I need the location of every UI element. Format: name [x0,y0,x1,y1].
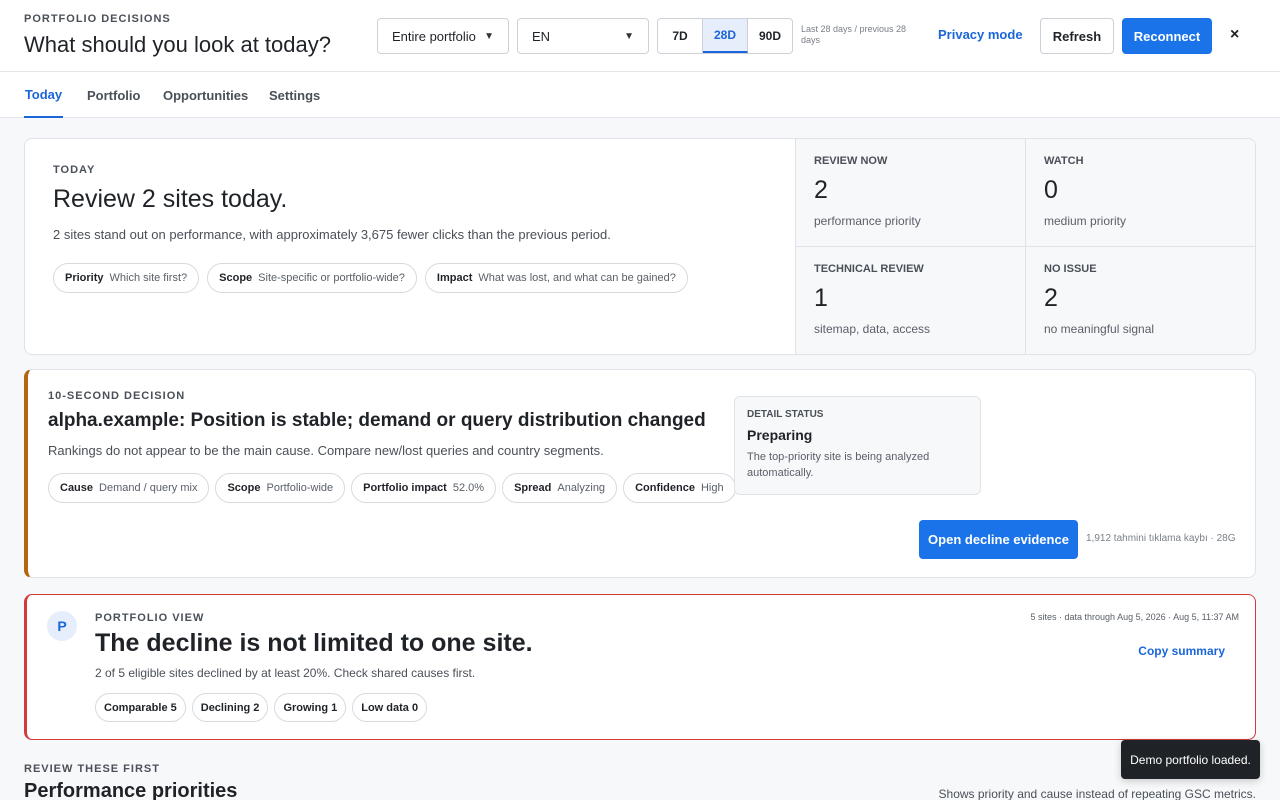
period-28d-button[interactable]: 28D [703,19,748,53]
scope-chip: Scope Portfolio-wide [215,473,346,503]
scope-select-value: Entire portfolio [392,28,476,44]
today-summary-card: TODAY Review 2 sites today. 2 sites stan… [24,138,1256,355]
app-eyebrow: PORTFOLIO DECISIONS [24,13,171,25]
priority-chip: Priority Which site first? [53,263,200,293]
portfolio-eyebrow: PORTFOLIO VIEW [95,612,205,624]
evidence-note: 1,912 tahmini tıklama kaybı · 28G [1086,533,1236,544]
decision-card: 10-SECOND DECISION alpha.example: Positi… [24,369,1256,578]
portfolio-impact-chip: Portfolio impact 52.0% [351,473,497,503]
detail-status-label: DETAIL STATUS [747,409,824,420]
today-heading: Review 2 sites today. [53,185,288,213]
language-select[interactable]: EN ▼ [517,18,649,54]
growing-chip: Growing 1 [274,693,347,722]
page-title: What should you look at today? [24,32,331,57]
toast-notification: Demo portfolio loaded. [1121,740,1260,779]
tab-portfolio[interactable]: Portfolio [87,72,140,118]
detail-status-value: Preparing [747,427,813,443]
impact-chip: Impact What was lost, and what can be gai… [424,263,688,293]
comparable-chip: Comparable 5 [95,693,186,722]
language-select-value: EN [532,28,551,44]
cause-chip: Cause Demand / query mix [48,473,210,503]
performance-priorities-heading: Performance priorities [24,780,238,800]
spread-chip: Spread Analyzing [502,473,618,503]
stat-review-now: REVIEW NOW 2 performance priority [796,139,1026,247]
stat-no-issue: NO ISSUE 2 no meaningful signal [1044,263,1155,336]
today-subtitle: 2 sites stand out on performance, with a… [53,227,611,242]
refresh-button[interactable]: Refresh [1040,18,1114,54]
stat-technical-review: TECHNICAL REVIEW 1 sitemap, data, access [796,247,1026,354]
decision-eyebrow: 10-SECOND DECISION [48,390,186,402]
close-icon[interactable]: × [1230,26,1239,44]
chevron-down-icon: ▼ [484,30,494,42]
decision-subtitle: Rankings do not appear to be the main ca… [48,443,604,458]
reconnect-button[interactable]: Reconnect [1122,18,1212,54]
portfolio-meta: 5 sites · data through Aug 5, 2026 · Aug… [1030,612,1239,622]
period-toggle: 7D 28D 90D [657,18,793,54]
today-chip-row: Priority Which site first? Scope Site-spec… [53,263,688,293]
declining-chip: Declining 2 [191,693,269,722]
portfolio-subtitle: 2 of 5 eligible sites declined by at lea… [95,666,476,680]
main-tabs: Today Portfolio Opportunities Settings [0,72,1280,118]
status-stats-grid: REVIEW NOW 2 performance priority WATCH … [795,139,1255,354]
privacy-mode-button[interactable]: Privacy mode [938,27,1023,42]
portfolio-view-card: P PORTFOLIO VIEW 5 sites · data through … [24,594,1256,740]
portfolio-chip-row: Comparable 5 Declining 2 Growing 1 Low d… [95,693,428,722]
period-7d-button[interactable]: 7D [658,19,703,53]
portfolio-heading: The decline is not limited to one site. [95,629,533,657]
decision-chip-row: Cause Demand / query mix Scope Portfolio-w… [48,473,736,503]
detail-status-desc: The top-priority site is being analyzed … [747,451,930,479]
period-90d-button[interactable]: 90D [748,19,792,53]
low-data-chip: Low data 0 [352,693,428,722]
performance-note: Shows priority and cause instead of repe… [938,787,1256,800]
tab-today[interactable]: Today [24,72,63,118]
today-eyebrow: TODAY [53,164,96,176]
detail-status-panel: DETAIL STATUS Preparing The top-priority… [734,396,981,495]
tab-settings[interactable]: Settings [269,72,320,118]
scope-select[interactable]: Entire portfolio ▼ [377,18,509,54]
stat-watch: WATCH 0 medium priority [1026,139,1255,247]
avatar: P [47,611,77,641]
tab-opportunities[interactable]: Opportunities [163,72,248,118]
open-decline-evidence-button[interactable]: Open decline evidence [919,520,1078,559]
decision-heading: alpha.example: Position is stable; deman… [48,410,706,431]
period-note: Last 28 days / previous 28 days [801,24,907,45]
chevron-down-icon: ▼ [624,30,634,42]
scope-chip: Scope Site-specific or portfolio-wide? [207,263,417,293]
review-eyebrow: REVIEW THESE FIRST [24,763,160,775]
top-bar: PORTFOLIO DECISIONS What should you look… [0,0,1280,72]
copy-summary-button[interactable]: Copy summary [1138,644,1225,658]
confidence-chip: Confidence High [623,473,736,503]
